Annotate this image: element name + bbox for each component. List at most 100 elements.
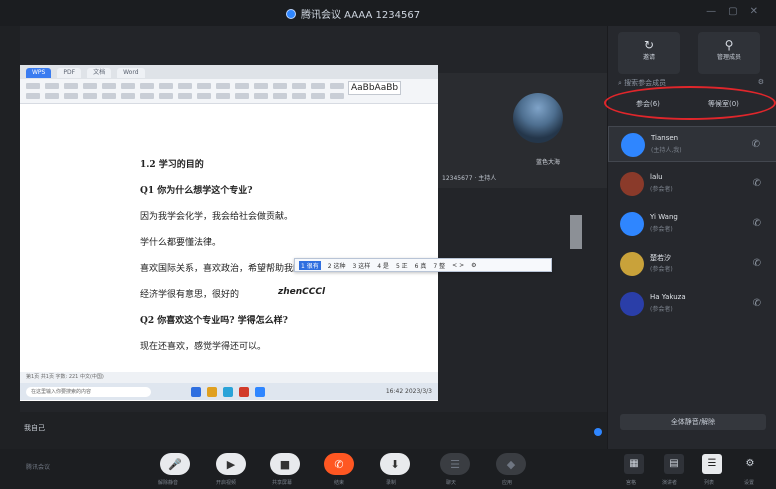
doc-line: 经济学很有意思，很好的 [140,290,240,300]
browser-icon[interactable] [223,386,233,397]
app-icon[interactable] [239,386,249,397]
member-panel: ↻ 邀请 ⚲ 管理成员 ⌕ 搜索参会成员 ⚙ 参会(6) 等候室(0) Tian… [604,26,776,449]
doc-tab[interactable]: 文档 [87,68,112,78]
window-title-text: 腾讯会议 AAAA 1234567 [301,10,421,21]
ime-candidate[interactable]: 1 很有 [299,260,321,270]
share-screen-icon: ■ [279,457,291,471]
meeting-logo-icon [286,8,296,19]
record-button[interactable]: ⬇ [380,453,410,475]
ime-candidate[interactable]: 6 真 [415,261,427,270]
speaker-layout-icon: ▤ [669,458,679,469]
invite-label: 邀请 [642,54,655,61]
ime-candidate-bar: 1 很有 2 这种 3 这样 4 是 5 正 6 真 7 整 < > ⚙ [294,258,552,272]
doc-heading: 1.2 学习的目的 [140,160,204,170]
phone-icon[interactable]: ✆ [752,139,760,150]
invite-button[interactable]: ↻ 邀请 [618,32,680,74]
doc-tab[interactable]: WPS [26,68,52,78]
member-name: Tiansen [651,134,679,142]
settings-button[interactable]: ⚙ [740,454,760,474]
speaker-video-tile[interactable]: 蓝色大海 12345677 · 主持人 [438,73,607,188]
settings-icon[interactable]: ⚙ [758,78,764,86]
apps-button[interactable]: ◆ [496,453,526,475]
doc-line: Q2 你喜欢这个专业吗? 学得怎么样? [140,316,288,326]
apps-icon: ◆ [506,457,516,471]
ime-candidate[interactable]: 7 整 [433,261,445,270]
microphone-icon: 🎤 [168,457,182,471]
end-label: 结束 [334,480,345,486]
member-row[interactable]: 楚若汐 (参会者) ✆ [608,246,776,282]
manage-members-button[interactable]: ⚲ 管理成员 [698,32,760,74]
doc-status-bar: 第1页 共1页 字数: 221 中文(中国) [20,372,438,383]
app-icon[interactable] [191,386,201,397]
close-icon[interactable]: ✕ [750,6,758,17]
taskbar-search[interactable]: 在这里输入你要搜索的内容 [26,386,151,397]
speaker-layout-button[interactable]: ▤ [664,454,684,474]
member-row[interactable]: Tiansen (主持人,我) ✆ [608,126,776,162]
members-icon: ⚲ [724,38,734,52]
taskbar-icons [191,386,265,397]
shared-screen: WPS PDF 文档 Word AaBbAaBb 1.2 学习的目的 Q1 你为… [20,65,438,401]
grid-label: 宫格 [626,480,637,486]
meeting-app-icon[interactable] [255,386,265,397]
window-controls: — ▢ ✕ [706,6,758,17]
phone-icon[interactable]: ✆ [753,298,761,309]
phone-icon[interactable]: ✆ [753,258,761,269]
avatar [621,133,645,157]
refresh-icon: ↻ [643,38,655,52]
ime-candidate[interactable]: 2 这种 [328,261,346,270]
member-name: Ha Yakuza [650,293,686,301]
style-preview[interactable]: AaBbAaBb [348,81,402,95]
phone-icon[interactable]: ✆ [753,178,761,189]
phone-icon[interactable]: ✆ [753,218,761,229]
member-row[interactable]: Ha Yakuza (参会者) ✆ [608,286,776,322]
system-tray-clock: 16:42 2023/3/3 [385,388,432,395]
list-label: 列表 [704,480,715,486]
doc-line: 现在还喜欢，感觉学得还可以。 [140,342,267,352]
member-name: lalu [650,173,663,181]
ime-candidate[interactable]: 5 正 [396,261,408,270]
folder-icon[interactable] [207,386,217,397]
camera-label: 开启视频 [216,480,237,486]
camera-button[interactable]: ▶ [216,453,246,475]
taskbar: 在这里输入你要搜索的内容 16:42 2023/3/3 [20,383,438,400]
grid-layout-button[interactable]: ▦ [624,454,644,474]
chat-button[interactable]: ☰ [440,453,470,475]
member-row[interactable]: lalu (参会者) ✆ [608,166,776,202]
member-row[interactable]: Yi Wang (参会者) ✆ [608,206,776,242]
settings-label: 设置 [744,480,755,486]
grid-icon: ▦ [629,458,639,469]
list-layout-button[interactable]: ☰ [702,454,722,474]
doc-tab[interactable]: PDF [57,68,82,78]
minimize-icon[interactable]: — [706,6,716,17]
share-label: 共享屏幕 [272,480,293,486]
chat-icon: ☰ [450,457,460,471]
apps-label: 应用 [502,480,513,486]
end-meeting-button[interactable]: ✆ [324,453,354,475]
avatar [620,292,644,316]
mute-all-button[interactable]: 全体静音/解除 [620,414,766,430]
ime-candidate[interactable]: 3 这样 [352,261,370,270]
member-role: (参会者) [650,266,673,273]
ime-page-arrows[interactable]: < > [452,262,464,269]
microphone-button[interactable]: 🎤 [160,453,190,475]
doc-line: 因为我学会化学，我会给社会做贡献。 [140,212,294,222]
share-screen-button[interactable]: ■ [270,453,300,475]
maximize-icon[interactable]: ▢ [728,6,737,17]
manage-label: 管理成员 [716,54,741,61]
speaker-id: 12345677 · 主持人 [442,175,497,182]
ribbon-row [26,83,344,91]
camera-icon: ▶ [226,457,236,471]
ime-candidate[interactable]: 4 是 [377,261,389,270]
record-icon: ⬇ [390,457,400,471]
doc-tab[interactable]: Word [117,68,145,78]
doc-line: Q1 你为什么想学这个专业? [140,186,253,196]
ime-composition: zhenCCCl [278,287,326,297]
scroll-handle[interactable] [570,215,582,249]
list-icon: ☰ [707,458,717,469]
ime-settings-icon[interactable]: ⚙ [471,262,476,269]
ribbon-row [26,93,344,101]
control-bar: 腾讯会议 🎤 解除静音 ▶ 开启视频 ■ 共享屏幕 ✆ 结束 ⬇ 录制 ☰ 聊天… [0,449,776,489]
doc-line: 学什么都要懂法律。 [140,238,222,248]
avatar [620,212,644,236]
record-label: 录制 [386,480,397,486]
